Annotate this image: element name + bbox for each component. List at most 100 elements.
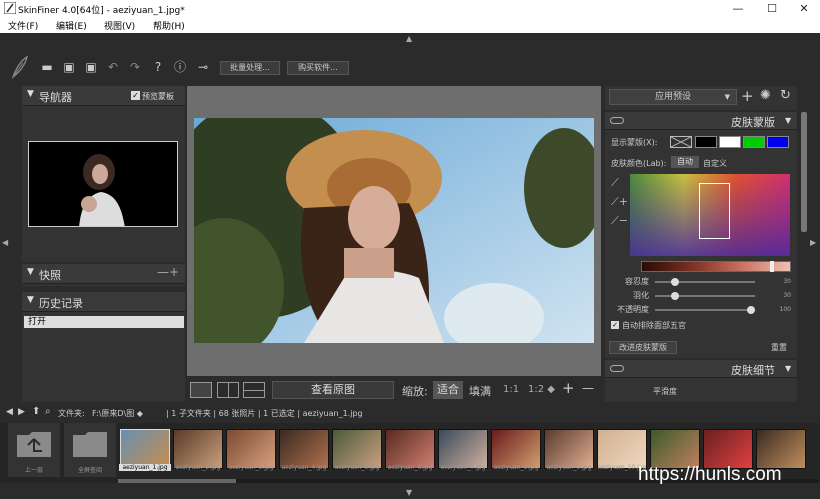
collapse-left-arrow-icon[interactable]: ◀: [2, 238, 8, 247]
photo-thumbnail[interactable]: [650, 429, 700, 469]
apply-preset-label: 应用预设: [654, 92, 691, 102]
color-range-box[interactable]: [699, 183, 730, 239]
portrait-image: [194, 118, 594, 343]
up-arrow-icon[interactable]: ⬆: [32, 406, 40, 417]
photo-thumbnail[interactable]: [544, 429, 594, 469]
skin-color-auto-button[interactable]: 自动: [671, 156, 699, 168]
buy-software-button[interactable]: 购买软件...: [287, 61, 349, 75]
zoom-fit-button[interactable]: 适合: [433, 381, 463, 399]
undo-icon[interactable]: ↶: [106, 60, 120, 74]
minimize-button[interactable]: —: [722, 0, 754, 17]
improve-mask-button[interactable]: 改进皮肤蒙版: [609, 341, 677, 354]
zoom-out-button[interactable]: —: [582, 381, 594, 395]
slider-knob[interactable]: [747, 306, 755, 314]
photo-thumbnail[interactable]: [226, 429, 276, 469]
eyedropper-icon[interactable]: ⟋: [611, 176, 619, 190]
help-icon[interactable]: ?: [151, 60, 165, 74]
watermark-text: https://hunls.com: [638, 464, 782, 485]
photo-thumbnail[interactable]: [385, 429, 435, 469]
mask-color-white[interactable]: [719, 136, 741, 148]
search-icon[interactable]: ⌕: [45, 406, 51, 417]
photo-thumbnail[interactable]: [703, 429, 753, 469]
zoom-fill-button[interactable]: 填满: [469, 383, 491, 399]
open-folder-icon[interactable]: ▬: [40, 60, 54, 74]
slider-track[interactable]: [655, 281, 755, 283]
skin-detail-toggle[interactable]: [610, 365, 624, 372]
close-button[interactable]: ✕: [788, 0, 820, 17]
expand-triangle-icon: ▼: [27, 295, 34, 305]
photo-thumbnail[interactable]: [120, 429, 170, 469]
collapse-right-arrow-icon[interactable]: ▶: [810, 238, 816, 247]
compare-original-button[interactable]: 查看原图: [272, 381, 394, 399]
slider-track[interactable]: [655, 309, 755, 311]
photo-thumbnail[interactable]: [597, 429, 647, 469]
navigator-panel: ▼ 导航器 ✓ 预览蒙板: [22, 86, 185, 262]
navigator-preview[interactable]: [28, 141, 178, 227]
skin-mask-header[interactable]: 皮肤蒙版 ▼: [605, 112, 797, 130]
lightness-range-bar[interactable]: [641, 261, 791, 272]
menu-help[interactable]: 帮助(H): [153, 19, 185, 32]
zoom-label: 缩放:: [402, 385, 428, 398]
preset-settings-icon[interactable]: ✺: [760, 88, 771, 103]
slider-knob[interactable]: [671, 292, 679, 300]
collapse-top-arrow-icon[interactable]: ▲: [406, 34, 412, 43]
back-arrow-icon[interactable]: ◀: [6, 407, 13, 417]
preview-mask-checkbox[interactable]: ✓: [131, 91, 140, 100]
history-header[interactable]: ▼ 历史记录: [22, 292, 185, 312]
navigator-header[interactable]: ▼ 导航器 ✓ 预览蒙板: [22, 86, 185, 106]
zoom-in-button[interactable]: +: [562, 379, 575, 397]
lab-color-picker[interactable]: [630, 174, 790, 256]
eyedropper-subtract-icon[interactable]: ⟋−: [611, 214, 628, 228]
photo-thumbnail[interactable]: [173, 429, 223, 469]
save-as-icon[interactable]: ▣: [84, 60, 98, 74]
redo-icon[interactable]: ↷: [128, 60, 142, 74]
mask-color-blue[interactable]: [767, 136, 789, 148]
skin-mask-toggle[interactable]: [610, 117, 624, 124]
refresh-icon[interactable]: ↻: [780, 88, 791, 103]
add-preset-icon[interactable]: +: [741, 87, 754, 105]
thumbnail-label: aeziyuan_9.jpg: [546, 464, 592, 471]
photo-thumbnail[interactable]: [491, 429, 541, 469]
skin-detail-header[interactable]: 皮肤细节 ▼: [605, 360, 797, 378]
expand-triangle-icon: ▼: [27, 89, 34, 99]
skin-color-custom-button[interactable]: 自定义: [703, 158, 727, 169]
auto-exclude-checkbox[interactable]: ✓: [611, 321, 619, 329]
split-vertical-view-icon[interactable]: [217, 382, 239, 398]
photo-thumbnail[interactable]: [438, 429, 488, 469]
folder-up-icon: [17, 432, 51, 457]
single-view-icon[interactable]: [190, 382, 212, 398]
view-all-tile[interactable]: 全屏查阅: [64, 423, 116, 477]
photo-thumbnail[interactable]: [756, 429, 806, 469]
photo-thumbnail[interactable]: [279, 429, 329, 469]
menu-file[interactable]: 文件(F): [8, 19, 38, 32]
menu-edit[interactable]: 编辑(E): [56, 19, 87, 32]
menu-view[interactable]: 视图(V): [104, 19, 135, 32]
title-bar: SkinFiner 4.0[64位] - aeziyuan_1.jpg* — ☐…: [0, 0, 820, 17]
eyedropper-add-icon[interactable]: ⟋+: [611, 195, 628, 209]
collapse-bottom-arrow-icon[interactable]: ▼: [406, 488, 412, 497]
split-horizontal-view-icon[interactable]: [243, 382, 265, 398]
forward-arrow-icon[interactable]: ▶: [18, 407, 25, 417]
info-icon[interactable]: ⓘ: [173, 60, 187, 74]
snapshot-add-remove[interactable]: —+: [157, 265, 179, 279]
batch-process-button[interactable]: 批量处理...: [220, 61, 280, 75]
snapshot-header[interactable]: ▼ 快照 —+: [22, 264, 185, 284]
slider-knob[interactable]: [671, 278, 679, 286]
slider-track[interactable]: [655, 295, 755, 297]
reset-button[interactable]: 重置: [771, 342, 787, 353]
right-panel-scrollbar[interactable]: [801, 112, 807, 232]
maximize-button[interactable]: ☐: [756, 0, 788, 17]
mask-none-swatch[interactable]: [670, 136, 692, 148]
mask-color-black[interactable]: [695, 136, 717, 148]
zoom-ratio-select[interactable]: 1:2 ◆: [528, 384, 555, 395]
folder-path[interactable]: F:\原来D\图 ◆: [92, 408, 143, 419]
apply-preset-dropdown[interactable]: 应用预设 ▼: [609, 89, 737, 105]
main-photo[interactable]: [194, 118, 594, 343]
plugin-icon[interactable]: ⊸: [196, 60, 210, 74]
save-icon[interactable]: ▣: [62, 60, 76, 74]
up-level-tile[interactable]: 上一层: [8, 423, 60, 477]
mask-color-green[interactable]: [743, 136, 765, 148]
photo-thumbnail[interactable]: [332, 429, 382, 469]
zoom-1-1-button[interactable]: 1:1: [503, 384, 519, 395]
history-item[interactable]: 打开: [24, 316, 184, 328]
